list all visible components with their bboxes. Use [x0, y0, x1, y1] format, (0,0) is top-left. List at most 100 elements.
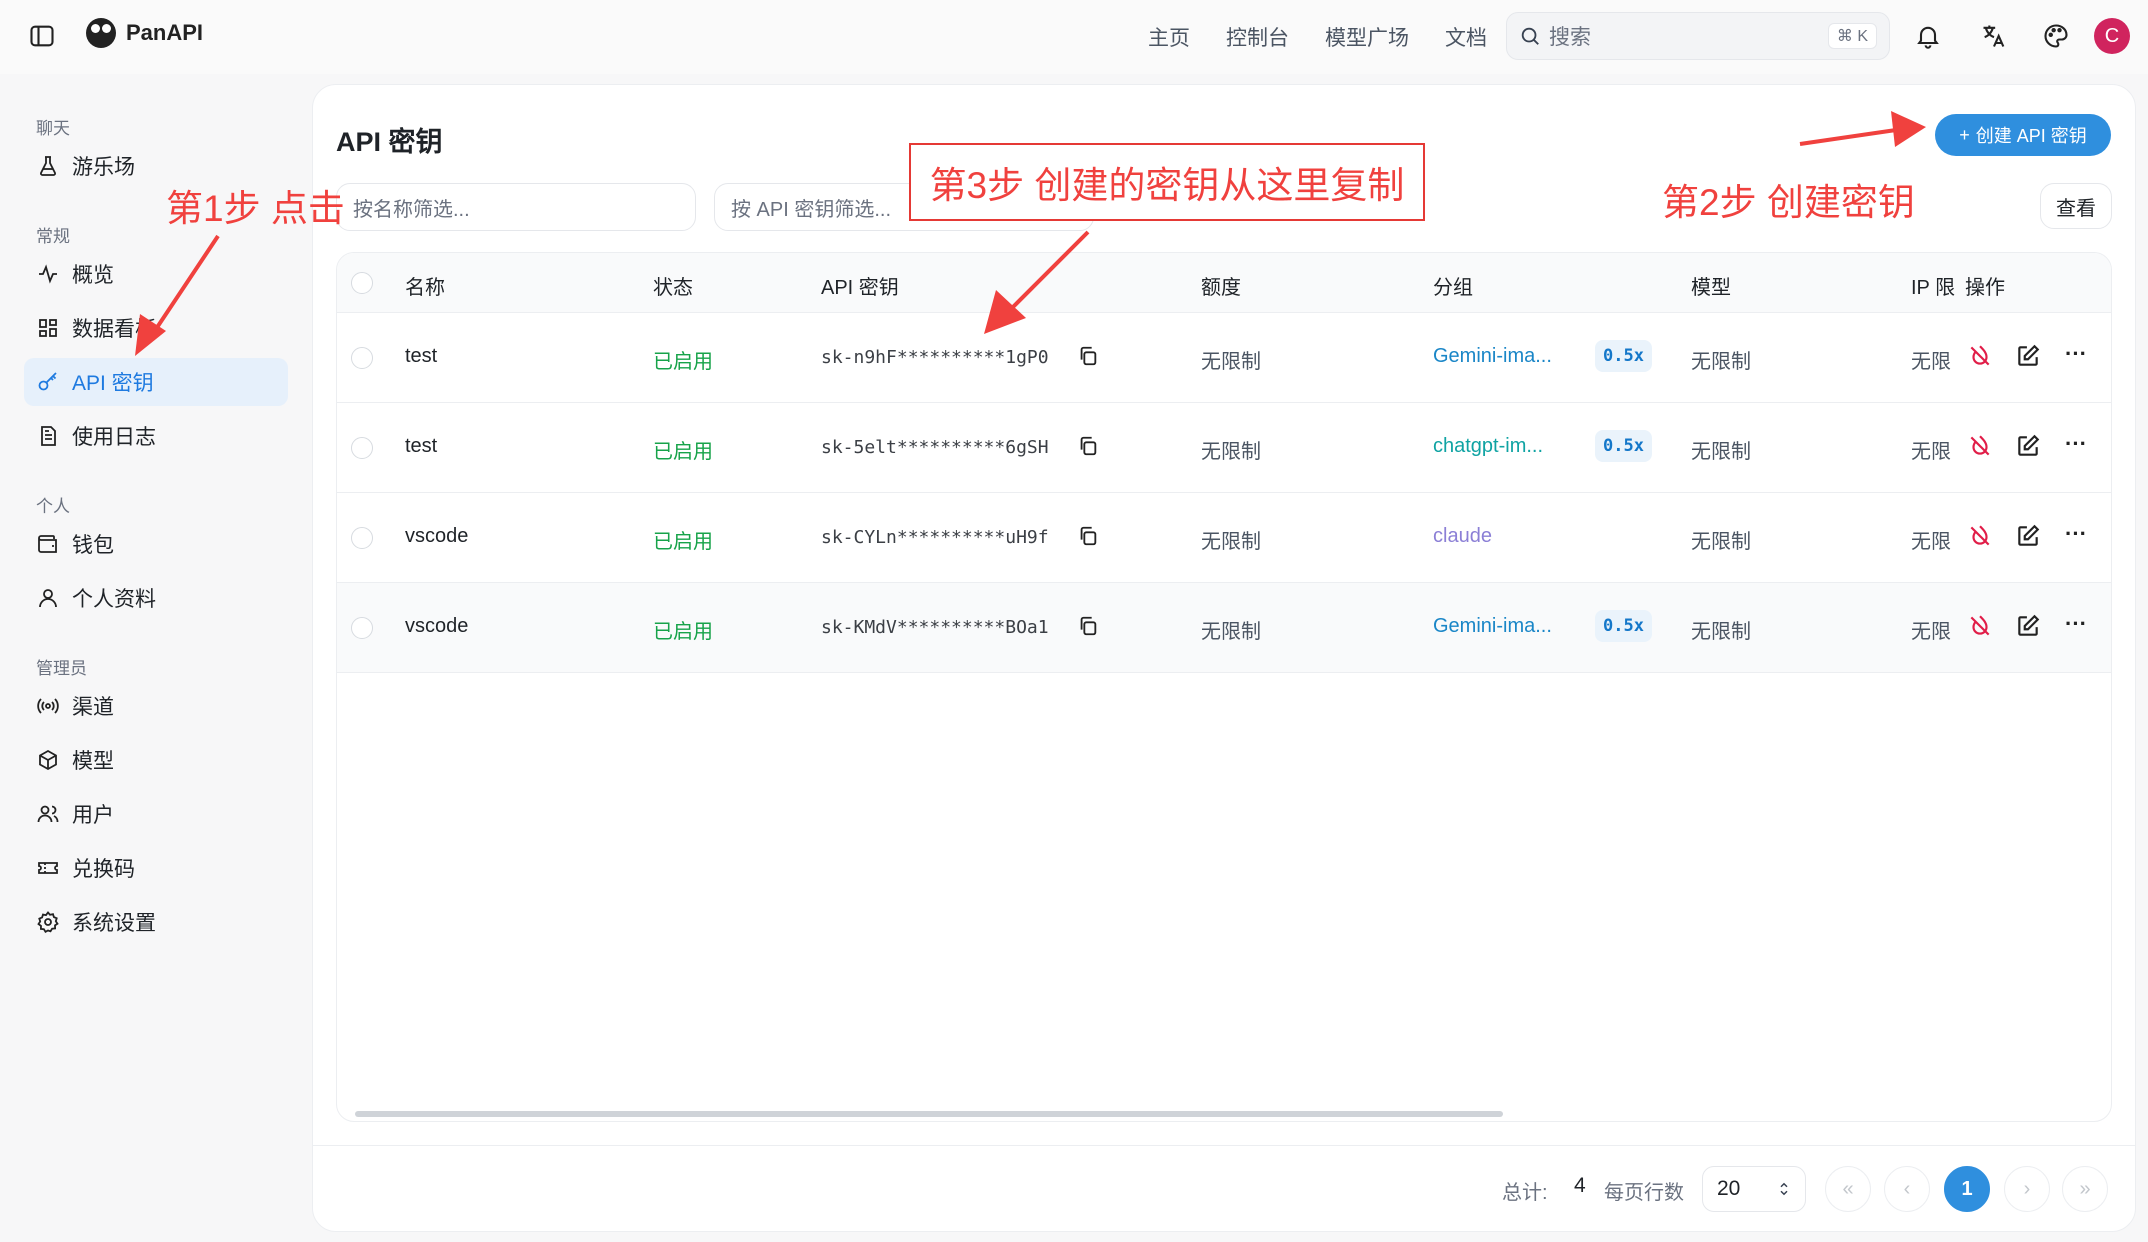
column-header-quota[interactable]: 额度: [1201, 271, 1241, 300]
disable-icon[interactable]: [1967, 613, 1993, 639]
sidebar-toggle-icon[interactable]: [28, 22, 56, 50]
more-icon[interactable]: ···: [2065, 341, 2091, 367]
top-bar: PanAPI 主页 控制台 模型广场 文档 搜索 ⌘ K C: [0, 0, 2148, 74]
last-page-button[interactable]: »: [2062, 1166, 2108, 1212]
sidebar-item-label: 使用日志: [72, 426, 156, 449]
column-header-api-key[interactable]: API 密钥: [821, 271, 899, 300]
rows-per-page-value: 20: [1717, 1177, 1741, 1200]
column-header-ip-limit[interactable]: IP 限: [1911, 271, 1955, 300]
nav-console[interactable]: 控制台: [1226, 22, 1289, 52]
nav-home[interactable]: 主页: [1148, 22, 1190, 52]
sidebar-item-api-keys[interactable]: API 密钥: [24, 358, 288, 406]
rows-per-page-select[interactable]: 20: [1702, 1166, 1806, 1212]
column-header-group[interactable]: 分组: [1433, 271, 1473, 300]
sidebar-item-users[interactable]: 用户: [24, 790, 288, 838]
edit-icon[interactable]: [2015, 343, 2041, 369]
table-row[interactable]: test 已启用 sk-n9hF**********1gP0 无限制 Gemini-im…: [337, 313, 2111, 403]
edit-icon[interactable]: [2015, 433, 2041, 459]
log-icon: [41, 426, 56, 446]
copy-icon[interactable]: [1077, 435, 1099, 462]
sidebar-item-models[interactable]: 模型: [24, 736, 288, 784]
row-group: Gemini-ima...: [1433, 345, 1552, 367]
column-header-name[interactable]: 名称: [405, 271, 445, 300]
edit-icon[interactable]: [2015, 613, 2041, 639]
footer-divider: [313, 1145, 2135, 1146]
disable-icon[interactable]: [1967, 343, 1993, 369]
sidebar-item-overview[interactable]: 概览: [24, 250, 288, 298]
page-title: API 密钥: [336, 127, 443, 157]
page-1-button[interactable]: 1: [1944, 1166, 1990, 1212]
table-row[interactable]: vscode 已启用 sk-KMdV**********BOa1 无限制 Gemini-…: [337, 583, 2111, 673]
sidebar-item-usage-logs[interactable]: 使用日志: [24, 412, 288, 460]
radio-icon: [37, 698, 59, 714]
row-status: 已启用: [653, 351, 713, 373]
copy-icon[interactable]: [1077, 525, 1099, 552]
row-quota: 无限制: [1201, 351, 1261, 373]
table-row[interactable]: test 已启用 sk-5elt**********6gSH 无限制 chatgpt-i…: [337, 403, 2111, 493]
row-checkbox[interactable]: [351, 527, 373, 549]
row-name: vscode: [405, 525, 469, 547]
row-api-key: sk-KMdV**********BOa1: [821, 617, 1049, 638]
ticket-icon: [38, 862, 58, 874]
sidebar-item-label: 模型: [72, 750, 114, 773]
chevrons-right-icon: »: [2079, 1177, 2091, 1200]
more-icon[interactable]: ···: [2065, 431, 2091, 457]
palette-icon[interactable]: [2040, 20, 2072, 52]
next-page-button[interactable]: ›: [2004, 1166, 2050, 1212]
disable-icon[interactable]: [1967, 433, 1993, 459]
sidebar-item-redeem-codes[interactable]: 兑换码: [24, 844, 288, 892]
brand[interactable]: PanAPI: [86, 18, 203, 48]
top-nav: 主页 控制台 模型广场 文档: [1148, 22, 1487, 52]
name-filter-input[interactable]: 按名称筛选...: [336, 183, 696, 231]
row-group: Gemini-ima...: [1433, 615, 1552, 637]
flask-icon: [40, 156, 56, 176]
avatar[interactable]: C: [2094, 18, 2130, 54]
disable-icon[interactable]: [1967, 523, 1993, 549]
view-button[interactable]: 查看: [2040, 183, 2112, 229]
sidebar: 聊天 游乐场 常规 概览 数据看板 API 密钥 使用日志 个人 钱包 个人资料…: [0, 74, 310, 1242]
row-group: claude: [1433, 525, 1492, 547]
edit-icon[interactable]: [2015, 523, 2041, 549]
copy-icon[interactable]: [1077, 615, 1099, 642]
sidebar-item-dashboard[interactable]: 数据看板: [24, 304, 288, 352]
bell-icon[interactable]: [1912, 20, 1944, 52]
sidebar-item-channels[interactable]: 渠道: [24, 682, 288, 730]
column-header-actions: 操作: [1965, 277, 2005, 299]
row-status: 已启用: [653, 531, 713, 553]
create-api-key-button[interactable]: + 创建 API 密钥: [1935, 114, 2111, 156]
more-icon[interactable]: ···: [2065, 521, 2091, 547]
more-icon[interactable]: ···: [2065, 611, 2091, 637]
prev-page-button[interactable]: ‹: [1884, 1166, 1930, 1212]
search-input[interactable]: 搜索 ⌘ K: [1506, 12, 1890, 60]
dashboard-icon: [39, 319, 57, 337]
copy-icon[interactable]: [1077, 345, 1099, 372]
sidebar-item-label: 游乐场: [72, 156, 135, 179]
row-checkbox[interactable]: [351, 347, 373, 369]
annotation-step3: 第3步 创建的密钥从这里复制: [929, 165, 1405, 206]
sidebar-item-label: API 密钥: [72, 372, 154, 395]
brand-logo-icon: [86, 18, 116, 48]
row-checkbox[interactable]: [351, 437, 373, 459]
column-header-model[interactable]: 模型: [1691, 271, 1731, 300]
activity-icon: [39, 264, 57, 284]
select-all-checkbox[interactable]: [351, 272, 373, 294]
row-api-key: sk-n9hF**********1gP0: [821, 347, 1049, 368]
rows-per-page-label: 每页行数: [1604, 1182, 1684, 1204]
sidebar-item-settings[interactable]: 系统设置: [24, 898, 288, 946]
create-api-key-label: 创建 API 密钥: [1975, 126, 2087, 146]
sidebar-item-wallet[interactable]: 钱包: [24, 520, 288, 568]
table-row[interactable]: vscode 已启用 sk-CYLn**********uH9f 无限制 claude 无…: [337, 493, 2111, 583]
row-checkbox[interactable]: [351, 617, 373, 639]
sidebar-item-profile[interactable]: 个人资料: [24, 574, 288, 622]
nav-model-square[interactable]: 模型广场: [1325, 22, 1409, 52]
nav-docs[interactable]: 文档: [1445, 22, 1487, 52]
row-model: 无限制: [1691, 351, 1751, 373]
row-group: chatgpt-im...: [1433, 435, 1544, 457]
first-page-button[interactable]: «: [1825, 1166, 1871, 1212]
search-shortcut: ⌘ K: [1827, 23, 1877, 49]
horizontal-scrollbar[interactable]: [355, 1111, 1503, 1117]
column-header-status[interactable]: 状态: [653, 271, 693, 300]
translate-icon[interactable]: [1978, 20, 2010, 52]
row-api-key: sk-5elt**********6gSH: [821, 437, 1049, 458]
sidebar-section-general: 常规: [36, 227, 70, 246]
